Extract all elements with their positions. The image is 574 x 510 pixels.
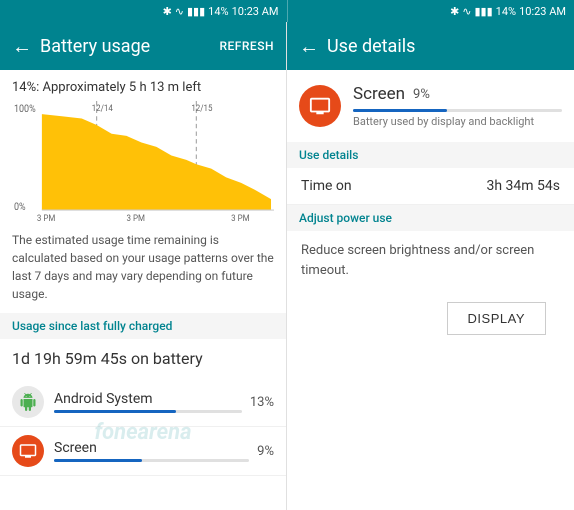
detail-title-row: Screen 9% Battery used by display and ba… [353, 84, 562, 128]
screen-percent-left: 9% [257, 444, 274, 459]
screen-icon-left [12, 435, 44, 467]
adjust-text: Reduce screen brightness and/or screen t… [287, 231, 574, 290]
svg-text:100%: 100% [14, 104, 36, 115]
display-button[interactable]: DISPLAY [447, 302, 546, 335]
android-system-bar [54, 410, 242, 413]
usage-section-header: Usage since last fully charged [0, 313, 286, 339]
left-toolbar-title: Battery usage [40, 36, 219, 57]
detail-header: Screen 9% Battery used by display and ba… [287, 70, 574, 142]
svg-text:3 PM: 3 PM [37, 214, 55, 221]
android-system-name: Android System [54, 391, 242, 407]
detail-progress-bar [353, 109, 562, 112]
screen-bar-fill-left [54, 459, 142, 462]
screen-detail-icon [299, 85, 341, 127]
time-left: 10:23 AM [232, 5, 279, 18]
status-bar-right: ✱ ∿ ▮▮▮ 14% 10:23 AM [288, 0, 574, 22]
svg-text:12/15: 12/15 [191, 104, 212, 114]
right-panel: ← Use details Screen 9% Battery used by … [287, 22, 574, 510]
detail-progress-fill [353, 109, 447, 112]
android-system-bar-fill [54, 410, 176, 413]
battery-left: 14% [208, 5, 228, 18]
back-button-left[interactable]: ← [12, 34, 32, 59]
refresh-button[interactable]: REFRESH [219, 39, 274, 53]
time-on-row: Time on 3h 34m 54s [287, 168, 574, 205]
main-container: ← Battery usage REFRESH 14%: Approximate… [0, 22, 574, 510]
time-on-label: Time on [301, 178, 487, 194]
detail-percent: 9% [413, 87, 430, 102]
battery-chart: 100% 0% 12/14 12/15 3 PM 3 PM 3 PM [0, 101, 286, 221]
app-item-screen[interactable]: Screen 9% fonearena [0, 427, 286, 476]
status-bar-left: ✱ ∿ ▮▮▮ 14% 10:23 AM [0, 0, 287, 22]
svg-text:0%: 0% [14, 202, 26, 213]
android-system-info: Android System [54, 391, 242, 413]
info-text: The estimated usage time remaining is ca… [0, 221, 286, 313]
bluetooth-icon-right: ✱ [450, 5, 459, 18]
right-toolbar-title: Use details [327, 36, 562, 57]
adjust-power-header: Adjust power use [287, 205, 574, 231]
screen-name-left: Screen [54, 440, 249, 456]
screen-info-left: Screen [54, 440, 249, 462]
usage-time: 1d 19h 59m 45s on battery [0, 339, 286, 378]
time-on-value: 3h 34m 54s [487, 178, 561, 194]
screen-bar-left [54, 459, 249, 462]
app-item-android[interactable]: Android System 13% [0, 378, 286, 427]
svg-text:3 PM: 3 PM [231, 214, 249, 221]
detail-subtitle: Battery used by display and backlight [353, 115, 562, 128]
bluetooth-icon-left: ✱ [163, 5, 172, 18]
battery-summary: 14%: Approximately 5 h 13 m left [0, 70, 286, 101]
detail-title: Screen [353, 84, 405, 104]
right-toolbar: ← Use details [287, 22, 574, 70]
time-right: 10:23 AM [519, 5, 566, 18]
svg-text:3 PM: 3 PM [127, 214, 145, 221]
signal-icon-left: ▮▮▮ [187, 5, 205, 18]
use-details-header: Use details [287, 142, 574, 168]
wifi-icon-left: ∿ [175, 5, 184, 18]
back-button-right[interactable]: ← [299, 34, 319, 59]
android-system-percent: 13% [250, 395, 274, 410]
left-panel: ← Battery usage REFRESH 14%: Approximate… [0, 22, 287, 510]
chart-svg: 100% 0% 12/14 12/15 3 PM 3 PM 3 PM [12, 101, 274, 221]
status-bar: ✱ ∿ ▮▮▮ 14% 10:23 AM ✱ ∿ ▮▮▮ 14% 10:23 A… [0, 0, 574, 22]
svg-text:12/14: 12/14 [92, 104, 113, 114]
android-system-icon [12, 386, 44, 418]
wifi-icon-right: ∿ [462, 5, 471, 18]
left-toolbar: ← Battery usage REFRESH [0, 22, 286, 70]
battery-right: 14% [496, 5, 516, 18]
signal-icon-right: ▮▮▮ [475, 5, 493, 18]
